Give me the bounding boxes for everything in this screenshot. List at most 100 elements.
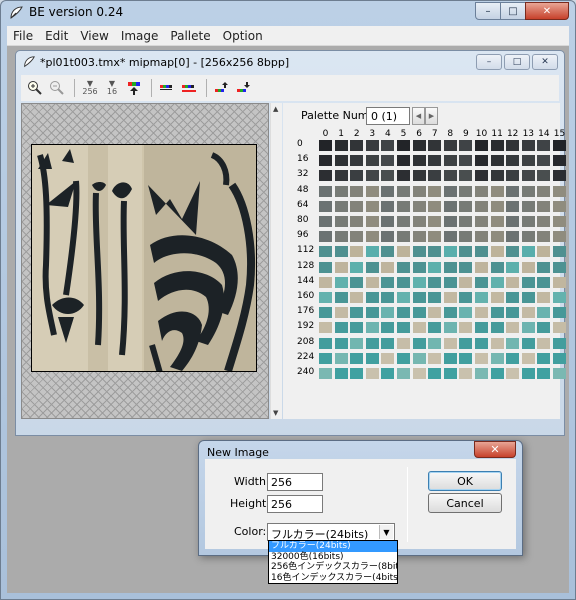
palette-swatch[interactable] (553, 216, 566, 227)
color-combobox[interactable]: フルカラー(24bits) ▼ (267, 523, 395, 541)
menu-pallete[interactable]: Pallete (164, 29, 216, 43)
zoom-in-icon[interactable] (25, 78, 45, 98)
palette-swatch[interactable] (412, 307, 426, 319)
palette-swatch[interactable] (412, 185, 426, 197)
palette-swatch[interactable] (334, 200, 348, 212)
palette-swatch[interactable] (459, 307, 473, 319)
palette-swatch[interactable] (428, 337, 442, 349)
palette-swatch[interactable] (521, 155, 535, 167)
palette-swatch[interactable] (553, 140, 566, 151)
palette-swatch[interactable] (553, 185, 566, 197)
palette-swatch[interactable] (365, 276, 379, 288)
palette-swatch[interactable] (428, 231, 442, 243)
palette-swatch[interactable] (459, 216, 473, 227)
palette-swatch[interactable] (334, 292, 348, 303)
palette-swatch[interactable] (506, 352, 520, 364)
palette-swatch[interactable] (443, 261, 457, 273)
export-color-icon[interactable] (124, 78, 144, 98)
palette-swatch[interactable] (319, 261, 332, 273)
palette-swatch[interactable] (319, 352, 332, 364)
palette-swatch[interactable] (537, 246, 551, 258)
palette-swatch[interactable] (490, 231, 504, 243)
convert-256-icon[interactable]: ▼ 256 (80, 78, 100, 98)
palette-icon[interactable] (157, 78, 177, 98)
palette-swatch[interactable] (459, 246, 473, 258)
palette-swatch[interactable] (381, 231, 395, 243)
palette-swatch[interactable] (443, 246, 457, 258)
palette-swatch[interactable] (459, 322, 473, 334)
palette-swatch[interactable] (475, 322, 488, 334)
palette-swatch[interactable] (334, 170, 348, 182)
palette-swatch[interactable] (537, 337, 551, 349)
palette-swatch[interactable] (319, 322, 332, 334)
color-option-24bit[interactable]: フルカラー(24bits) (269, 541, 397, 552)
palette-swatch[interactable] (319, 337, 332, 349)
palette-swatch[interactable] (475, 368, 488, 379)
palette-swatch[interactable] (397, 246, 410, 258)
dialog-close-button[interactable]: ✕ (474, 441, 516, 458)
palette-scrollbar[interactable]: ▲ ▼ (270, 103, 282, 419)
palette-swatch[interactable] (412, 246, 426, 258)
palette-swatch[interactable] (334, 337, 348, 349)
palette-swatch[interactable] (537, 261, 551, 273)
palette-swatch[interactable] (381, 246, 395, 258)
palette-swatch[interactable] (334, 155, 348, 167)
palette-swatch[interactable] (537, 292, 551, 303)
palette-swatch[interactable] (443, 337, 457, 349)
palette-swatch[interactable] (506, 292, 520, 303)
menu-view[interactable]: View (74, 29, 114, 43)
palette-swatch[interactable] (428, 276, 442, 288)
palette-swatch[interactable] (412, 368, 426, 379)
palette-swatch[interactable] (443, 170, 457, 182)
palette-swatch[interactable] (537, 368, 551, 379)
palette-swatch[interactable] (428, 246, 442, 258)
palette-swatch[interactable] (412, 292, 426, 303)
palette-swatch[interactable] (443, 140, 457, 151)
palette-swatch[interactable] (521, 140, 535, 151)
palette-swatch[interactable] (319, 155, 332, 167)
palette-swatch[interactable] (428, 200, 442, 212)
palette-swatch[interactable] (475, 292, 488, 303)
palette-swatch[interactable] (365, 185, 379, 197)
palette-swatch[interactable] (459, 170, 473, 182)
palette-swatch[interactable] (490, 140, 504, 151)
palette-swatch[interactable] (334, 246, 348, 258)
palette-swatch[interactable] (319, 368, 332, 379)
cancel-button[interactable]: Cancel (428, 493, 502, 513)
palette-swatch[interactable] (490, 337, 504, 349)
palette-swatch[interactable] (443, 216, 457, 227)
palette-swatch[interactable] (521, 352, 535, 364)
palette-swatch[interactable] (381, 322, 395, 334)
palette-swatch[interactable] (365, 246, 379, 258)
palette-swatch[interactable] (428, 352, 442, 364)
palette-swatch[interactable] (553, 276, 566, 288)
palette-swatch[interactable] (506, 276, 520, 288)
palette-swatch[interactable] (521, 246, 535, 258)
palette-swatch[interactable] (475, 216, 488, 227)
palette-swatch[interactable] (475, 337, 488, 349)
palette-swatch[interactable] (365, 322, 379, 334)
palette-swatch[interactable] (428, 292, 442, 303)
palette-prev-button[interactable]: ◀ (412, 107, 425, 125)
palette-swatch[interactable] (490, 368, 504, 379)
palette-swatch[interactable] (506, 216, 520, 227)
palette-swatch[interactable] (506, 231, 520, 243)
palette-swatch[interactable] (506, 368, 520, 379)
palette-swatch[interactable] (521, 322, 535, 334)
palette-swatch[interactable] (334, 231, 348, 243)
menu-image[interactable]: Image (115, 29, 165, 43)
palette-swatch[interactable] (334, 307, 348, 319)
palette-swatch[interactable] (475, 140, 488, 151)
palette-swatch[interactable] (521, 200, 535, 212)
palette-swatch[interactable] (412, 140, 426, 151)
palette-swatch[interactable] (553, 352, 566, 364)
child-minimize-button[interactable]: – (476, 54, 502, 70)
palette-swatch[interactable] (412, 170, 426, 182)
palette-swatch[interactable] (334, 276, 348, 288)
palette-swatch[interactable] (506, 261, 520, 273)
palette-swatch[interactable] (537, 231, 551, 243)
palette-swatch[interactable] (506, 337, 520, 349)
palette-swatch[interactable] (443, 368, 457, 379)
minimize-button[interactable]: – (475, 2, 501, 20)
palette-swatch[interactable] (350, 368, 364, 379)
